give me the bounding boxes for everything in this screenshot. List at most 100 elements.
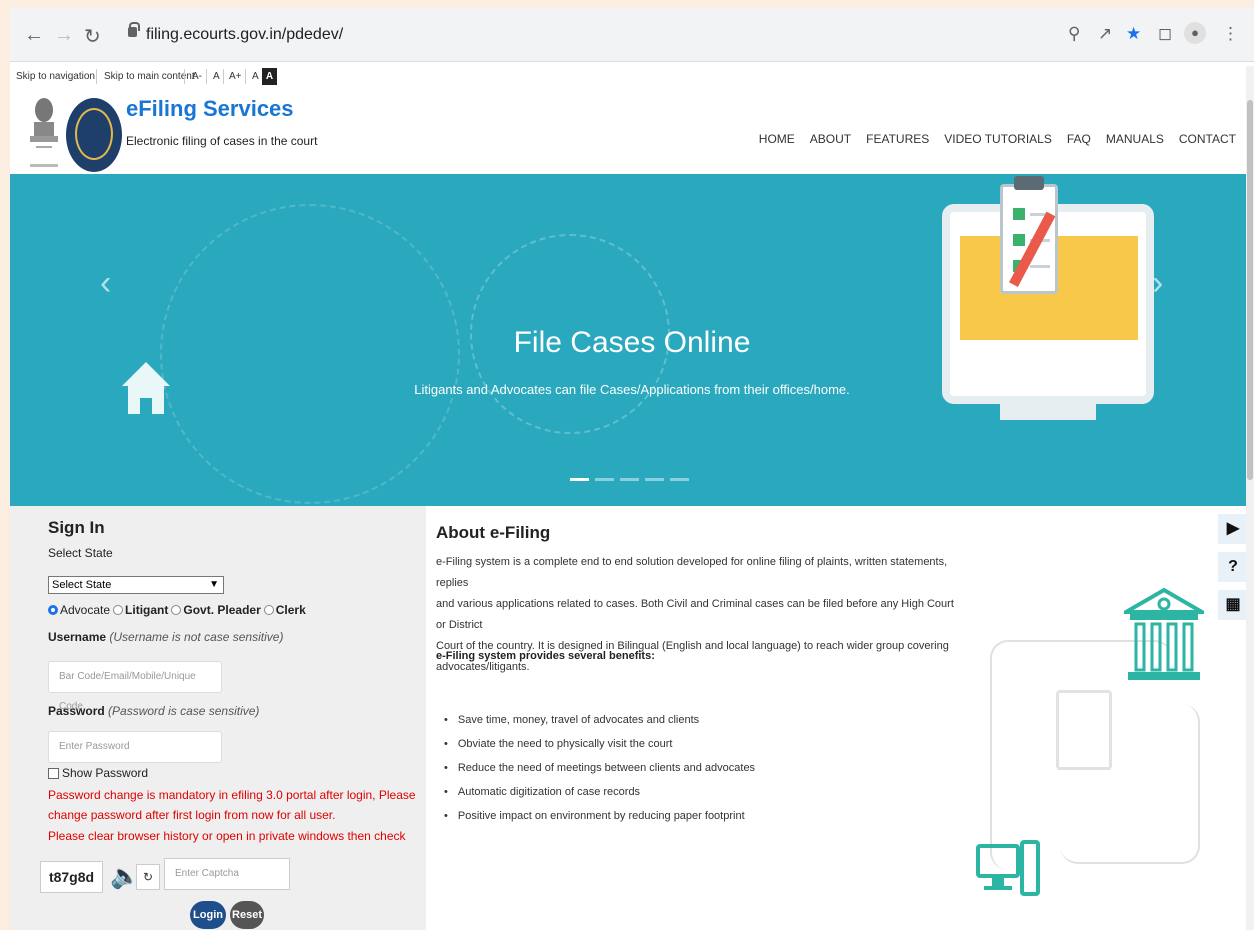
carousel-indicators — [570, 478, 689, 481]
radio-label-clerk[interactable]: Clerk — [276, 603, 306, 617]
seal-ring — [75, 108, 113, 160]
pdf-icon[interactable]: ▦ — [1218, 590, 1248, 620]
about-title: About e-Filing — [436, 523, 551, 542]
national-emblem-logo — [30, 98, 58, 167]
computer-icon — [976, 840, 1040, 896]
state-label: Select State — [48, 546, 113, 560]
warning-line-1: Password change is mandatory in efiling … — [48, 788, 416, 802]
menu-video-tutorials[interactable]: VIDEO TUTORIALS — [944, 132, 1052, 146]
profile-avatar[interactable]: ● — [1184, 22, 1206, 44]
scrollbar-thumb[interactable] — [1247, 100, 1253, 480]
document-icon — [1056, 690, 1112, 770]
reset-button[interactable]: Reset — [230, 901, 264, 929]
monitor-stand — [1000, 404, 1096, 420]
font-decrease-button[interactable]: A- — [192, 71, 202, 82]
chevron-down-icon: ▼ — [209, 579, 219, 590]
password-label-row: Password (Password is case sensitive) — [48, 704, 259, 718]
divider — [184, 69, 185, 84]
menu-contact[interactable]: CONTACT — [1179, 132, 1236, 146]
carousel-indicator-4[interactable] — [645, 478, 664, 481]
role-radio-group: Advocate Litigant Govt. Pleader Clerk — [48, 603, 306, 617]
contrast-dark-button[interactable]: A — [262, 68, 277, 85]
side-panel-icon[interactable]: ◻ — [1158, 24, 1172, 44]
divider — [245, 69, 246, 84]
radio-litigant[interactable] — [113, 605, 124, 615]
password-input[interactable]: Enter Password — [48, 731, 222, 763]
site-title[interactable]: eFiling Services — [126, 96, 294, 122]
benefits-heading: e-Filing system provides several benefit… — [436, 650, 655, 662]
menu-manuals[interactable]: MANUALS — [1106, 132, 1164, 146]
carousel-indicator-3[interactable] — [620, 478, 639, 481]
username-label-row: Username (Username is not case sensitive… — [48, 630, 283, 644]
captcha-input[interactable]: Enter Captcha — [164, 858, 290, 890]
help-question-icon[interactable]: ? — [1218, 552, 1248, 582]
username-label: Username — [48, 630, 107, 644]
menu-home[interactable]: HOME — [759, 132, 795, 146]
play-video-icon[interactable]: ▶ — [1218, 514, 1248, 544]
show-password-row: Show Password — [48, 766, 148, 780]
password-hint: (Password is case sensitive) — [108, 704, 260, 718]
benefits-list: Save time, money, travel of advocates an… — [444, 714, 755, 834]
radio-advocate[interactable] — [48, 605, 58, 615]
benefit-item: Automatic digitization of case records — [444, 786, 755, 810]
clipboard-clip — [1014, 176, 1044, 190]
bookmark-star-icon[interactable]: ★ — [1126, 24, 1141, 44]
show-password-checkbox[interactable] — [48, 767, 59, 779]
skip-to-main-content-link[interactable]: Skip to main content — [104, 71, 195, 82]
courthouse-icon — [1124, 587, 1204, 680]
site-header: eFiling Services Electronic filing of ca… — [10, 90, 1254, 182]
about-text-line: e-Filing system is a complete end to end… — [436, 556, 948, 589]
radio-govt-pleader[interactable] — [171, 605, 182, 615]
hero-carousel: ‹ › File Cases Online Litigants and Advo… — [10, 174, 1254, 506]
checkbox-icon — [1013, 234, 1025, 246]
divider — [223, 69, 224, 84]
font-normal-button[interactable]: A — [213, 71, 220, 82]
state-select-value: Select State — [52, 579, 112, 591]
site-tagline: Electronic filing of cases in the court — [126, 134, 318, 148]
contrast-light-button[interactable]: A — [252, 71, 259, 82]
username-input[interactable]: Bar Code/Email/Mobile/Unique Code — [48, 661, 222, 712]
show-password-label[interactable]: Show Password — [62, 766, 148, 780]
menu-faq[interactable]: FAQ — [1067, 132, 1091, 146]
benefit-item: Positive impact on environment by reduci… — [444, 810, 755, 834]
font-increase-button[interactable]: A+ — [229, 71, 242, 82]
about-text-line: and various applications related to case… — [436, 598, 954, 631]
accessibility-bar: Skip to navigation Skip to main content … — [10, 66, 1254, 88]
benefit-item: Obviate the need to physically visit the… — [444, 738, 755, 762]
reload-icon[interactable]: ↻ — [84, 24, 101, 49]
benefit-item: Save time, money, travel of advocates an… — [444, 714, 755, 738]
benefit-item: Reduce the need of meetings between clie… — [444, 762, 755, 786]
captcha-image: t87g8d — [40, 861, 103, 893]
radio-label-litigant[interactable]: Litigant — [125, 603, 168, 617]
court-seal-logo — [66, 98, 122, 172]
carousel-indicator-2[interactable] — [595, 478, 614, 481]
warning-line-3: Please clear browser history or open in … — [48, 829, 406, 843]
back-icon[interactable]: ← — [24, 24, 44, 47]
captcha-refresh-icon[interactable]: ↻ — [136, 864, 160, 890]
browser-frame: ← → ↻ filing.ecourts.gov.in/pdedev/ ⚲ ↗ … — [10, 8, 1254, 930]
carousel-prev-arrow[interactable]: ‹ — [100, 264, 111, 303]
browser-toolbar: ← → ↻ filing.ecourts.gov.in/pdedev/ ⚲ ↗ … — [10, 8, 1254, 62]
skip-to-navigation-link[interactable]: Skip to navigation — [16, 71, 95, 82]
share-icon[interactable]: ↗ — [1098, 24, 1112, 44]
checkbox-icon — [1013, 208, 1025, 220]
radio-label-govt-pleader[interactable]: Govt. Pleader — [183, 603, 260, 617]
radio-clerk[interactable] — [263, 605, 274, 615]
url-text[interactable]: filing.ecourts.gov.in/pdedev/ — [146, 26, 343, 44]
warning-line-2: change password after first login from n… — [48, 808, 336, 822]
radio-label-advocate[interactable]: Advocate — [60, 603, 110, 617]
more-options-icon[interactable]: ⋮ — [1222, 24, 1239, 44]
zoom-icon[interactable]: ⚲ — [1068, 24, 1080, 44]
lock-icon[interactable] — [128, 22, 140, 37]
main-menu: HOME ABOUT FEATURES VIDEO TUTORIALS FAQ … — [759, 132, 1236, 146]
sign-in-title: Sign In — [48, 518, 105, 537]
menu-features[interactable]: FEATURES — [866, 132, 929, 146]
login-button[interactable]: Login — [190, 901, 226, 929]
side-quick-links: ▶ ? ▦ — [1218, 514, 1248, 624]
forward-icon[interactable]: → — [54, 24, 74, 47]
sign-in-panel: Sign In Select State Select State ▼ Advo… — [10, 506, 426, 930]
carousel-indicator-1[interactable] — [570, 478, 589, 481]
state-select[interactable]: Select State ▼ — [48, 576, 224, 594]
menu-about[interactable]: ABOUT — [810, 132, 851, 146]
carousel-indicator-5[interactable] — [670, 478, 689, 481]
